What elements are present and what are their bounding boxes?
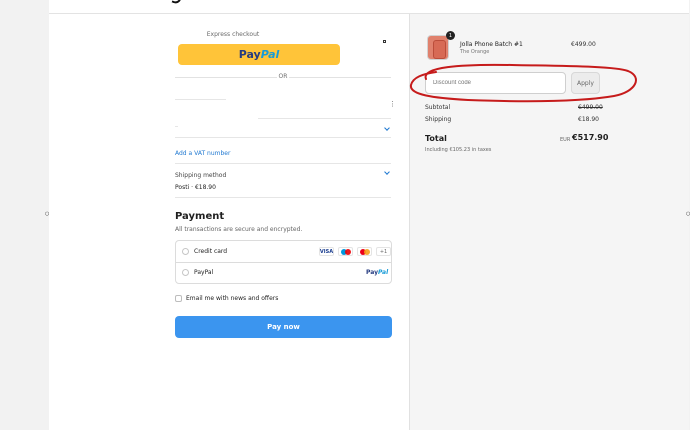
selection-handle-icon xyxy=(383,40,386,43)
pay-now-button[interactable]: Pay now xyxy=(175,316,392,338)
product-variant: The Orange xyxy=(460,49,490,55)
express-checkout-label: Express checkout xyxy=(206,31,260,38)
payment-title: Payment xyxy=(175,211,225,222)
credit-card-radio[interactable] xyxy=(182,248,189,255)
paypal-logo-icon: PayPal xyxy=(366,269,388,276)
add-vat-number-link[interactable]: Add a VAT number xyxy=(175,150,230,157)
or-text: OR xyxy=(277,73,289,80)
subtotal-label: Subtotal xyxy=(425,104,451,111)
maestro-icon xyxy=(338,247,353,256)
payment-options: Credit card VISA +1 PayPal PayPal xyxy=(175,240,392,284)
shipping-divider-top xyxy=(175,163,391,164)
payment-divider xyxy=(176,262,391,263)
paypal-radio[interactable] xyxy=(182,269,189,276)
visa-icon: VISA xyxy=(319,247,334,256)
shipping-divider-bottom xyxy=(175,197,391,198)
payment-subtitle: All transactions are secure and encrypte… xyxy=(175,226,303,233)
checkout-page xyxy=(49,0,689,430)
address-divider xyxy=(175,137,391,138)
left-edge-marker: ○ xyxy=(45,211,50,217)
store-logo-icon[interactable] xyxy=(171,0,183,6)
address-field-fragment xyxy=(175,126,178,127)
tax-note: Including €105.23 in taxes xyxy=(425,147,492,153)
shipping-method-label: Shipping method xyxy=(175,172,227,179)
paypal-express-button[interactable]: Pay Pal xyxy=(178,44,340,65)
currency-code: EUR xyxy=(560,137,571,143)
credit-card-label[interactable]: Credit card xyxy=(194,248,227,255)
discount-code-input[interactable] xyxy=(425,72,566,94)
paypal-logo-pal: Pal xyxy=(260,48,280,61)
header-bar xyxy=(49,0,689,14)
product-name: Jolla Phone Batch #1 xyxy=(460,41,523,48)
address-line-end xyxy=(258,118,391,119)
mastercard-icon xyxy=(357,247,372,256)
paypal-logo-pay: Pay xyxy=(238,48,261,61)
quantity-badge: 1 xyxy=(446,31,455,40)
product-thumbnail xyxy=(427,35,449,60)
product-price: €499.00 xyxy=(571,41,596,48)
card-brand-badges: VISA +1 xyxy=(319,247,391,256)
paypal-mini-pay: Pay xyxy=(366,269,379,276)
total-value: €517.90 xyxy=(572,133,609,142)
paypal-label[interactable]: PayPal xyxy=(194,269,213,276)
more-cards-badge: +1 xyxy=(376,247,391,256)
paypal-mini-pal: Pal xyxy=(378,269,389,276)
subtotal-value: €499.00 xyxy=(578,104,603,111)
shipping-label: Shipping xyxy=(425,116,452,123)
shipping-method-value: Posti · €18.90 xyxy=(175,184,216,191)
email-offers-label[interactable]: Email me with news and offers xyxy=(186,295,278,302)
more-options-icon[interactable]: ⋮ xyxy=(389,101,396,108)
address-line-start xyxy=(175,99,226,100)
right-edge-marker: ○ xyxy=(686,211,690,217)
shipping-value: €18.90 xyxy=(578,116,599,123)
apply-discount-button[interactable]: Apply xyxy=(571,72,600,94)
email-offers-checkbox[interactable] xyxy=(175,295,182,302)
total-label: Total xyxy=(425,134,447,143)
